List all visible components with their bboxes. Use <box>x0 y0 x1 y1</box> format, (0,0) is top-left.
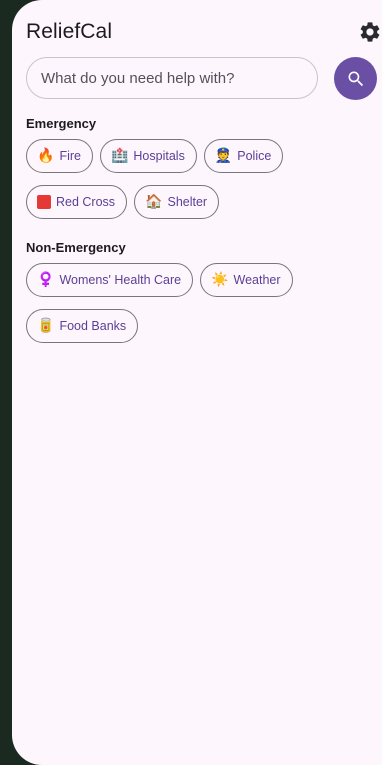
female-sign-icon: ♀️ <box>37 272 55 288</box>
chip-shelter[interactable]: 🏠 Shelter <box>134 185 220 219</box>
search-button[interactable] <box>334 57 377 100</box>
emergency-chip-row-2: Red Cross 🏠 Shelter <box>26 185 220 219</box>
gear-icon <box>360 22 380 42</box>
section-heading-non-emergency: Non-Emergency <box>26 240 126 255</box>
chip-food-banks[interactable]: 🥫 Food Banks <box>26 309 139 343</box>
search-icon <box>348 71 363 86</box>
search-input[interactable] <box>26 57 318 99</box>
sun-icon: ☀️ <box>211 272 229 288</box>
app-title: ReliefCal <box>26 20 113 43</box>
canned-food-icon: 🥫 <box>37 318 55 334</box>
chip-weather[interactable]: ☀️ Weather <box>200 263 293 297</box>
search-row <box>26 57 382 101</box>
police-officer-icon: 👮 <box>214 148 233 164</box>
chip-hospitals[interactable]: 🏥 Hospitals <box>99 139 197 173</box>
chip-label: Weather <box>233 273 281 287</box>
chip-police[interactable]: 👮 Police <box>203 139 284 173</box>
chip-womens-health-care[interactable]: ♀️ Womens' Health Care <box>26 263 194 297</box>
chip-label: Red Cross <box>56 195 116 209</box>
chip-label: Food Banks <box>59 319 127 333</box>
chip-fire[interactable]: 🔥 Fire <box>26 139 93 173</box>
emergency-chip-row-1: 🔥 Fire 🏥 Hospitals 👮 Police <box>26 139 284 173</box>
house-icon: 🏠 <box>145 194 163 210</box>
hospital-icon: 🏥 <box>110 148 129 164</box>
app-bar: ReliefCal <box>26 18 382 48</box>
chip-label: Womens' Health Care <box>59 273 182 287</box>
section-heading-emergency: Emergency <box>26 116 97 131</box>
chip-red-cross[interactable]: Red Cross <box>26 185 128 219</box>
chip-label: Police <box>237 149 272 163</box>
chip-label: Shelter <box>167 195 208 209</box>
chip-label: Fire <box>59 149 81 163</box>
red-square-icon <box>37 195 51 209</box>
fire-icon: 🔥 <box>37 148 55 164</box>
app-screen: ReliefCal Emergency 🔥 Fire 🏥 Hospitals 👮… <box>12 0 382 765</box>
non-emergency-chip-row-2: 🥫 Food Banks <box>26 309 139 343</box>
settings-button[interactable] <box>358 20 382 44</box>
chip-label: Hospitals <box>133 149 185 163</box>
non-emergency-chip-row-1: ♀️ Womens' Health Care ☀️ Weather <box>26 263 293 297</box>
